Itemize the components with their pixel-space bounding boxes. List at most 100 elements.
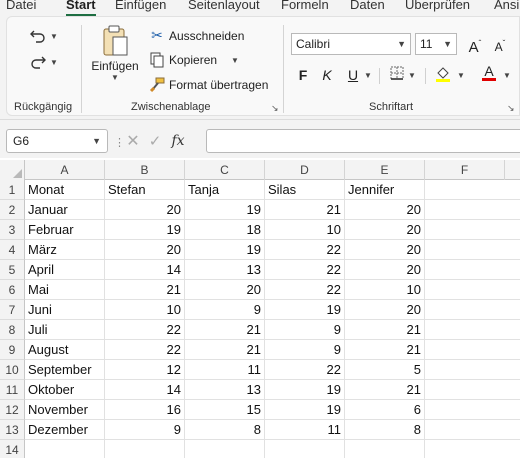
format-painter-button[interactable]: Format übertragen xyxy=(149,77,268,93)
cell-c6[interactable]: 20 xyxy=(185,280,265,300)
cell-c3[interactable]: 18 xyxy=(185,220,265,240)
cell-f2[interactable] xyxy=(425,200,520,220)
row-header[interactable]: 11 xyxy=(0,380,25,400)
font-color-button[interactable]: A xyxy=(479,63,499,83)
cell-d6[interactable]: 22 xyxy=(265,280,345,300)
cell-b5[interactable]: 14 xyxy=(105,260,185,280)
redo-button[interactable]: ▼ xyxy=(29,53,58,71)
menu-tab-ueberpruefen[interactable]: Überprüfen xyxy=(405,0,470,12)
cell-f7[interactable] xyxy=(425,300,520,320)
cell-b8[interactable]: 22 xyxy=(105,320,185,340)
enter-check-icon[interactable]: ✓ xyxy=(144,132,166,150)
cell-e6[interactable]: 10 xyxy=(345,280,425,300)
paste-button[interactable]: Einfügen ▼ xyxy=(89,25,141,82)
formula-input[interactable] xyxy=(206,129,520,153)
menu-tab-einfuegen[interactable]: Einfügen xyxy=(115,0,166,12)
row-header[interactable]: 14 xyxy=(0,440,25,458)
cell-e11[interactable]: 21 xyxy=(345,380,425,400)
cell-d14[interactable] xyxy=(265,440,345,458)
cell-b13[interactable]: 9 xyxy=(105,420,185,440)
underline-button[interactable]: U xyxy=(343,65,363,85)
font-color-dropdown-icon[interactable]: ▼ xyxy=(503,71,511,80)
row-header[interactable]: 1 xyxy=(0,180,25,200)
clipboard-launcher-icon[interactable]: ↘ xyxy=(271,103,279,114)
row-header[interactable]: 5 xyxy=(0,260,25,280)
font-launcher-icon[interactable]: ↘ xyxy=(507,103,515,114)
cell-e8[interactable]: 21 xyxy=(345,320,425,340)
cell-c11[interactable]: 13 xyxy=(185,380,265,400)
grow-font-button[interactable]: Aˆ xyxy=(465,34,485,56)
cell-e7[interactable]: 20 xyxy=(345,300,425,320)
cell-a5[interactable]: April xyxy=(25,260,105,280)
cell-a13[interactable]: Dezember xyxy=(25,420,105,440)
cell-b6[interactable]: 21 xyxy=(105,280,185,300)
cell-e14[interactable] xyxy=(345,440,425,458)
cell-c1[interactable]: Tanja xyxy=(185,180,265,200)
cell-e12[interactable]: 6 xyxy=(345,400,425,420)
column-header-a[interactable]: A xyxy=(25,160,105,180)
row-header[interactable]: 2 xyxy=(0,200,25,220)
cell-d7[interactable]: 19 xyxy=(265,300,345,320)
italic-button[interactable]: K xyxy=(317,65,337,85)
cell-f5[interactable] xyxy=(425,260,520,280)
cell-c2[interactable]: 19 xyxy=(185,200,265,220)
fill-color-dropdown-icon[interactable]: ▼ xyxy=(457,71,465,80)
copy-dropdown-icon[interactable]: ▼ xyxy=(231,56,239,65)
menu-tab-formeln[interactable]: Formeln xyxy=(281,0,329,12)
cell-c7[interactable]: 9 xyxy=(185,300,265,320)
borders-button[interactable] xyxy=(387,65,407,85)
cell-f10[interactable] xyxy=(425,360,520,380)
cell-d8[interactable]: 9 xyxy=(265,320,345,340)
menu-tab-datei[interactable]: Datei xyxy=(6,0,36,12)
cell-d11[interactable]: 19 xyxy=(265,380,345,400)
undo-dropdown-icon[interactable]: ▼ xyxy=(50,32,58,41)
font-name-select[interactable]: Calibri ▼ xyxy=(291,33,411,55)
bold-button[interactable]: F xyxy=(293,65,313,85)
row-header[interactable]: 13 xyxy=(0,420,25,440)
cell-a3[interactable]: Februar xyxy=(25,220,105,240)
cell-e13[interactable]: 8 xyxy=(345,420,425,440)
name-box[interactable]: G6 ▼ xyxy=(6,129,108,153)
cell-b10[interactable]: 12 xyxy=(105,360,185,380)
cell-e2[interactable]: 20 xyxy=(345,200,425,220)
borders-dropdown-icon[interactable]: ▼ xyxy=(408,71,416,80)
row-header[interactable]: 12 xyxy=(0,400,25,420)
paste-dropdown-icon[interactable]: ▼ xyxy=(111,73,119,82)
row-header[interactable]: 6 xyxy=(0,280,25,300)
menu-tab-start[interactable]: Start xyxy=(66,0,96,12)
cell-a12[interactable]: November xyxy=(25,400,105,420)
cell-a8[interactable]: Juli xyxy=(25,320,105,340)
cell-c13[interactable]: 8 xyxy=(185,420,265,440)
cell-f4[interactable] xyxy=(425,240,520,260)
font-size-select[interactable]: 11 ▼ xyxy=(415,33,457,55)
cell-a7[interactable]: Juni xyxy=(25,300,105,320)
cell-e4[interactable]: 20 xyxy=(345,240,425,260)
column-header-d[interactable]: D xyxy=(265,160,345,180)
cell-f13[interactable] xyxy=(425,420,520,440)
cell-f1[interactable] xyxy=(425,180,520,200)
cell-d2[interactable]: 21 xyxy=(265,200,345,220)
cell-a6[interactable]: Mai xyxy=(25,280,105,300)
cell-c12[interactable]: 15 xyxy=(185,400,265,420)
cell-f14[interactable] xyxy=(425,440,520,458)
cell-c4[interactable]: 19 xyxy=(185,240,265,260)
cell-c14[interactable] xyxy=(185,440,265,458)
cell-a10[interactable]: September xyxy=(25,360,105,380)
cut-button[interactable]: ✂ Ausschneiden xyxy=(149,27,244,44)
insert-function-icon[interactable]: fx xyxy=(166,133,190,149)
cell-a4[interactable]: März xyxy=(25,240,105,260)
cell-d13[interactable]: 11 xyxy=(265,420,345,440)
cell-f3[interactable] xyxy=(425,220,520,240)
shrink-font-button[interactable]: Aˇ xyxy=(490,34,510,54)
row-header[interactable]: 3 xyxy=(0,220,25,240)
row-header[interactable]: 10 xyxy=(0,360,25,380)
name-box-dropdown-icon[interactable]: ▼ xyxy=(92,130,101,152)
cell-f9[interactable] xyxy=(425,340,520,360)
cell-e3[interactable]: 20 xyxy=(345,220,425,240)
row-header[interactable]: 9 xyxy=(0,340,25,360)
cell-c5[interactable]: 13 xyxy=(185,260,265,280)
cell-b12[interactable]: 16 xyxy=(105,400,185,420)
cell-a14[interactable] xyxy=(25,440,105,458)
cell-d3[interactable]: 10 xyxy=(265,220,345,240)
fill-color-button[interactable] xyxy=(433,65,453,85)
